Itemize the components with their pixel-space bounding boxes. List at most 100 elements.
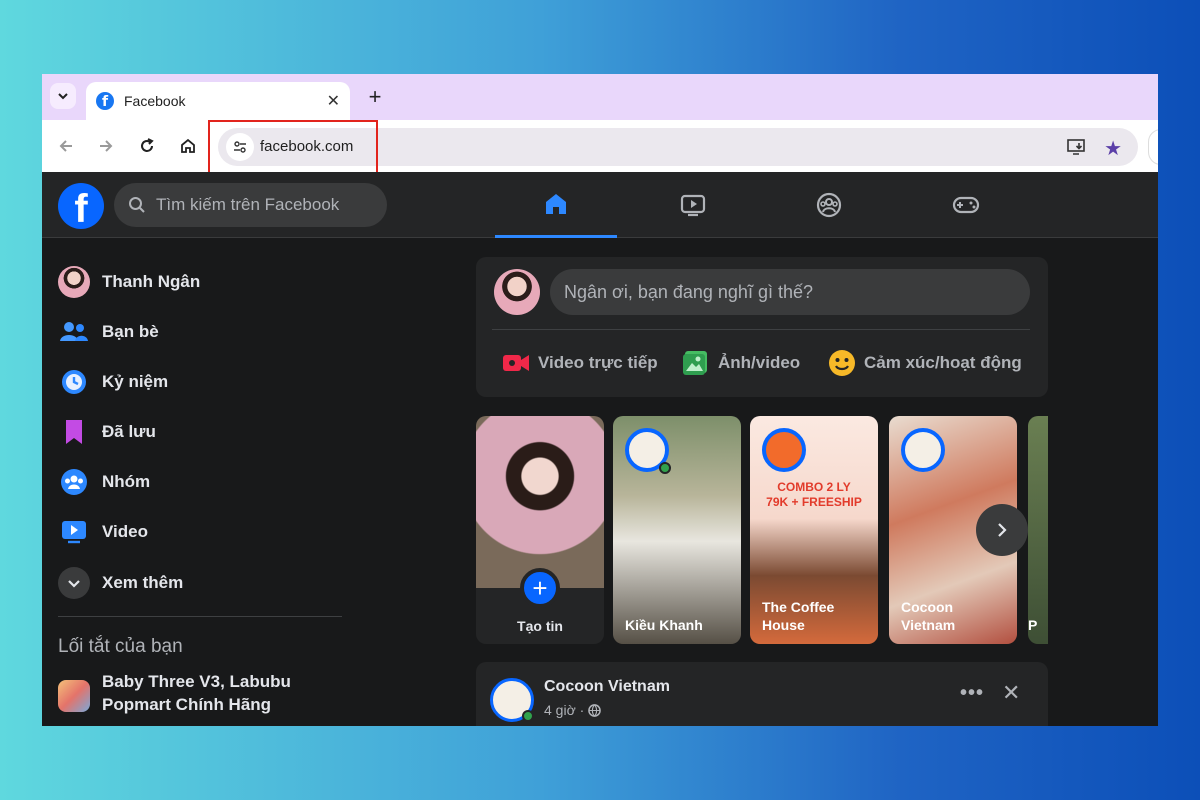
search-icon: [129, 197, 145, 213]
sidebar-item-label: Thanh Ngân: [102, 272, 201, 291]
url-highlight-box: [208, 120, 378, 174]
back-arrow-icon: [59, 140, 72, 152]
chevron-right-icon: [998, 523, 1007, 537]
story-name-partial: P: [1028, 617, 1038, 633]
live-video-button[interactable]: Video trực tiếp: [502, 345, 658, 381]
globe-icon: [588, 703, 602, 717]
sidebar-item-label: Video: [102, 522, 148, 541]
forward-button[interactable]: [92, 132, 120, 160]
tab-facebook[interactable]: f Facebook ✕: [86, 82, 350, 120]
memories-icon: [58, 366, 90, 398]
stories-next-button[interactable]: [976, 504, 1028, 556]
story-avatar: [901, 428, 945, 472]
nav-tab-groups[interactable]: [768, 172, 890, 238]
tab-strip: f Facebook ✕ +: [42, 74, 1158, 120]
story-card[interactable]: COMBO 2 LY 79K + FREESHIP The Coffee Hou…: [750, 416, 878, 644]
facebook-search-input[interactable]: Tìm kiếm trên Facebook: [114, 183, 387, 227]
chevron-down-icon: [58, 567, 90, 599]
composer-avatar[interactable]: [494, 269, 540, 315]
story-card[interactable]: Kiều Khanh: [613, 416, 741, 644]
shortcut-label: Baby Three V3, Labubu Popmart Chính Hãng: [102, 672, 291, 714]
shortcut-thumbnail: [58, 680, 90, 712]
video-icon: [58, 516, 90, 548]
composer-input[interactable]: Ngân ơi, bạn đang nghĩ gì thế?: [550, 269, 1030, 315]
plus-icon: +: [520, 568, 560, 608]
bookmark-star-icon[interactable]: ★: [1104, 136, 1122, 161]
close-icon[interactable]: ✕: [1002, 680, 1020, 706]
browser-window: f Facebook ✕ + facebook.com ★ f Tìm kiếm…: [42, 74, 1158, 726]
story-name: Cocoon Vietnam: [901, 599, 956, 633]
sidebar-item-label: Nhóm: [102, 472, 151, 491]
nav-tab-home[interactable]: [495, 172, 617, 238]
home-icon: [181, 138, 195, 153]
story-name: The Coffee House: [762, 599, 835, 633]
story-avatar: [762, 428, 806, 472]
story-create-photo: [476, 416, 604, 588]
sidebar-item-see-more[interactable]: Xem thêm: [58, 563, 348, 603]
shortcut-item[interactable]: Baby Three V3, Labubu Popmart Chính Hãng: [58, 670, 312, 716]
sidebar-item-profile[interactable]: Thanh Ngân: [58, 262, 348, 302]
home-icon: [546, 193, 566, 214]
sidebar-item-video[interactable]: Video: [58, 512, 348, 552]
profile-avatar: [58, 266, 90, 298]
nav-tab-video[interactable]: [632, 172, 754, 238]
install-app-icon[interactable]: [1066, 137, 1086, 162]
chevron-down-icon: [58, 93, 68, 100]
shortcuts-heading: Lối tắt của bạn: [58, 636, 183, 657]
photo-icon: [683, 351, 707, 375]
story-create[interactable]: + Tạo tin: [476, 416, 604, 644]
gaming-icon: [952, 196, 980, 214]
tab-search-button[interactable]: [50, 83, 76, 109]
sidebar-divider: [58, 616, 342, 617]
sidebar-item-memories[interactable]: Kỷ niệm: [58, 362, 348, 402]
photo-video-button[interactable]: Ảnh/video: [682, 345, 800, 381]
nav-tab-gaming[interactable]: [905, 172, 1027, 238]
tab-close-icon[interactable]: ✕: [327, 91, 340, 111]
sidebar-item-label: Đã lưu: [102, 422, 156, 441]
back-button[interactable]: [52, 132, 80, 160]
forward-arrow-icon: [100, 140, 113, 152]
online-indicator: [659, 462, 671, 474]
create-story-label: Tạo tin: [517, 618, 563, 634]
sidebar-item-saved[interactable]: Đã lưu: [58, 412, 348, 452]
feed-post: Cocoon Vietnam 4 giờ · ••• ✕: [476, 662, 1048, 726]
more-options-icon[interactable]: •••: [960, 682, 984, 705]
search-placeholder: Tìm kiếm trên Facebook: [156, 195, 340, 214]
sidebar-item-label: Kỷ niệm: [102, 372, 169, 391]
friends-icon: [58, 316, 90, 348]
story-promo-text: COMBO 2 LY 79K + FREESHIP: [766, 480, 862, 509]
post-time[interactable]: 4 giờ ·: [544, 702, 584, 718]
story-name: Kiều Khanh: [625, 617, 703, 633]
new-tab-button[interactable]: +: [362, 84, 388, 110]
live-video-icon: [503, 355, 529, 371]
post-composer: Ngân ơi, bạn đang nghĩ gì thế? Video trự…: [476, 257, 1048, 397]
facebook-favicon-icon: f: [96, 92, 114, 110]
feeling-activity-label: Cảm xúc/hoạt động: [864, 353, 1022, 372]
facebook-header: f Tìm kiếm trên Facebook: [42, 172, 1158, 238]
watch-icon: [680, 194, 706, 217]
post-author-name[interactable]: Cocoon Vietnam: [544, 678, 670, 696]
tab-title: Facebook: [124, 93, 186, 109]
browser-toolbar: facebook.com ★: [42, 120, 1158, 174]
sidebar-item-groups[interactable]: Nhóm: [58, 462, 348, 502]
sidebar-item-label: Xem thêm: [102, 573, 184, 592]
reload-icon: [141, 138, 154, 152]
left-sidebar: Thanh Ngân Bạn bè Kỷ niệm Đã lưu Nhóm Vi…: [42, 238, 352, 726]
home-button[interactable]: [174, 132, 202, 160]
story-card-partial[interactable]: P: [1028, 416, 1048, 644]
photo-video-label: Ảnh/video: [718, 353, 801, 372]
groups-icon: [816, 192, 842, 218]
smiley-icon: [829, 350, 855, 376]
profile-button[interactable]: [1148, 129, 1158, 165]
sidebar-item-friends[interactable]: Bạn bè: [58, 312, 348, 352]
composer-divider: [492, 329, 1030, 330]
groups-icon: [58, 466, 90, 498]
sidebar-item-label: Bạn bè: [102, 322, 159, 341]
saved-icon: [58, 416, 90, 448]
online-indicator: [522, 710, 534, 722]
post-meta: 4 giờ ·: [544, 702, 602, 718]
live-video-label: Video trực tiếp: [538, 353, 658, 372]
feeling-activity-button[interactable]: Cảm xúc/hoạt động: [828, 345, 1022, 381]
reload-button[interactable]: [133, 132, 161, 160]
facebook-logo[interactable]: f: [58, 183, 104, 229]
